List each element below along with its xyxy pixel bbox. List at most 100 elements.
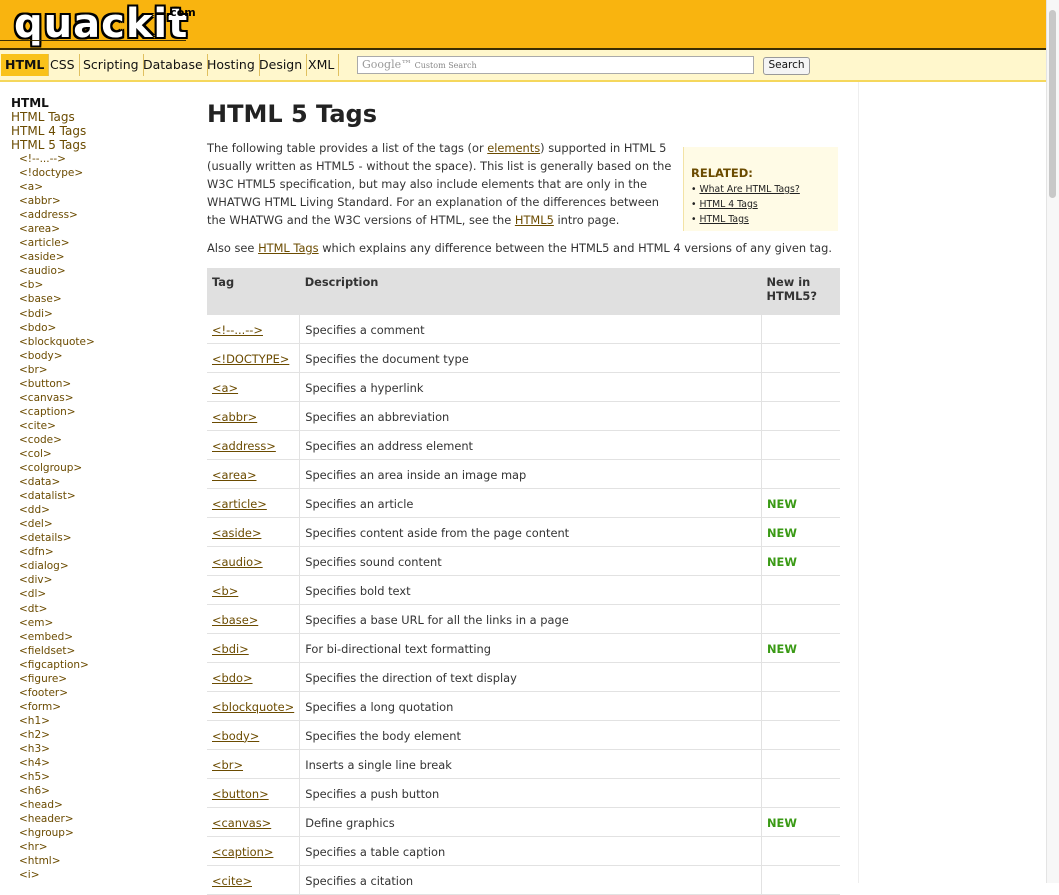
- sidebar-tag-link[interactable]: <fieldset>: [11, 644, 181, 658]
- sidebar-tag-link[interactable]: <br>: [11, 363, 181, 377]
- sidebar-tag-link[interactable]: <caption>: [11, 405, 181, 419]
- sidebar-link-html5-tags[interactable]: HTML 5 Tags: [11, 138, 181, 152]
- description-cell: Inserts a single line break: [299, 749, 762, 779]
- nav-item-html[interactable]: HTML: [1, 54, 50, 76]
- tag-link[interactable]: <base>: [212, 613, 258, 627]
- sidebar-tag-link[interactable]: <embed>: [11, 630, 181, 644]
- tag-link[interactable]: <blockquote>: [212, 700, 294, 714]
- sidebar-tag-link[interactable]: <aside>: [11, 250, 181, 264]
- sidebar-tag-link[interactable]: <abbr>: [11, 194, 181, 208]
- sidebar-tag-link[interactable]: <b>: [11, 278, 181, 292]
- sidebar-link-html-tags[interactable]: HTML Tags: [11, 110, 181, 124]
- tag-link[interactable]: <area>: [212, 468, 257, 482]
- tag-link[interactable]: <!--...-->: [212, 323, 263, 337]
- sidebar-tag-link[interactable]: <hgroup>: [11, 826, 181, 840]
- sidebar-tag-link[interactable]: <article>: [11, 236, 181, 250]
- elements-link[interactable]: elements: [487, 141, 540, 155]
- nav-item-scripting[interactable]: Scripting: [79, 54, 144, 76]
- tag-link[interactable]: <a>: [212, 381, 238, 395]
- sidebar-tag-link[interactable]: <del>: [11, 517, 181, 531]
- nav-item-xml[interactable]: XML: [304, 54, 340, 76]
- html5-link[interactable]: HTML5: [515, 213, 554, 227]
- sidebar-tag-link[interactable]: <canvas>: [11, 391, 181, 405]
- sidebar-tag-link[interactable]: <a>: [11, 180, 181, 194]
- tag-link[interactable]: <!DOCTYPE>: [212, 352, 289, 366]
- tag-link[interactable]: <cite>: [212, 874, 252, 888]
- tag-link[interactable]: <address>: [212, 439, 276, 453]
- tag-link[interactable]: <caption>: [212, 845, 273, 859]
- tag-link[interactable]: <bdo>: [212, 671, 253, 685]
- sidebar-tag-link[interactable]: <col>: [11, 447, 181, 461]
- sidebar-tag-link[interactable]: <dialog>: [11, 559, 181, 573]
- sidebar-tag-link[interactable]: <audio>: [11, 264, 181, 278]
- tag-link[interactable]: <button>: [212, 787, 269, 801]
- sidebar-tag-link[interactable]: <header>: [11, 812, 181, 826]
- sidebar-tag-link[interactable]: <dfn>: [11, 545, 181, 559]
- new-in-html5-cell: NEW: [761, 546, 840, 576]
- search-button[interactable]: Search: [763, 57, 810, 75]
- tag-link[interactable]: <br>: [212, 758, 243, 772]
- sidebar-tag-link[interactable]: <figure>: [11, 672, 181, 686]
- sidebar-tag-link[interactable]: <h2>: [11, 728, 181, 742]
- nav-item-database[interactable]: Database: [139, 54, 208, 76]
- tag-link[interactable]: <body>: [212, 729, 259, 743]
- description-cell: Specifies a base URL for all the links i…: [299, 604, 762, 634]
- sidebar-tag-link[interactable]: <h3>: [11, 742, 181, 756]
- tag-link[interactable]: <b>: [212, 584, 238, 598]
- sidebar-tag-link[interactable]: <blockquote>: [11, 335, 181, 349]
- tag-link[interactable]: <audio>: [212, 555, 263, 569]
- new-in-html5-cell: [761, 662, 840, 692]
- sidebar-tag-link[interactable]: <h4>: [11, 756, 181, 770]
- scrollbar-thumb[interactable]: [1049, 10, 1056, 198]
- sidebar-tag-link[interactable]: <bdi>: [11, 307, 181, 321]
- description-cell: Specifies sound content: [299, 546, 762, 576]
- sidebar-tag-link[interactable]: <dt>: [11, 602, 181, 616]
- sidebar-tag-link[interactable]: <head>: [11, 798, 181, 812]
- sidebar-tag-link[interactable]: <h1>: [11, 714, 181, 728]
- sidebar-tag-link[interactable]: <data>: [11, 475, 181, 489]
- sidebar-tag-link[interactable]: <html>: [11, 854, 181, 868]
- sidebar-tag-link[interactable]: <form>: [11, 700, 181, 714]
- sidebar-tag-link[interactable]: <base>: [11, 292, 181, 306]
- sidebar-tag-link[interactable]: <area>: [11, 222, 181, 236]
- sidebar-tag-link[interactable]: <figcaption>: [11, 658, 181, 672]
- tag-link[interactable]: <canvas>: [212, 816, 271, 830]
- sidebar-tag-link[interactable]: <!doctype>: [11, 166, 181, 180]
- sidebar-tag-link[interactable]: <h5>: [11, 770, 181, 784]
- sidebar-tag-link[interactable]: <details>: [11, 531, 181, 545]
- sidebar-tag-link[interactable]: <cite>: [11, 419, 181, 433]
- related-title: RELATED:: [691, 166, 753, 180]
- tag-link[interactable]: <article>: [212, 497, 267, 511]
- sidebar-tag-link[interactable]: <body>: [11, 349, 181, 363]
- description-cell: Specifies a citation: [299, 865, 762, 895]
- sidebar-tag-link[interactable]: <div>: [11, 573, 181, 587]
- sidebar-tag-link[interactable]: <h6>: [11, 784, 181, 798]
- nav-item-css[interactable]: CSS: [46, 54, 80, 76]
- related-link-html-tags[interactable]: HTML Tags: [699, 214, 748, 225]
- tag-link[interactable]: <abbr>: [212, 410, 257, 424]
- search-input[interactable]: Google™ Custom Search: [357, 56, 754, 74]
- sidebar-tag-link[interactable]: <dd>: [11, 503, 181, 517]
- sidebar-tag-link[interactable]: <dl>: [11, 587, 181, 601]
- sidebar-tag-link[interactable]: <footer>: [11, 686, 181, 700]
- sidebar-tag-link[interactable]: <button>: [11, 377, 181, 391]
- sidebar-tag-link[interactable]: <address>: [11, 208, 181, 222]
- related-link-html4-tags[interactable]: HTML 4 Tags: [699, 199, 757, 210]
- sidebar-tag-link[interactable]: <code>: [11, 433, 181, 447]
- sidebar-tag-link[interactable]: <!--...-->: [11, 152, 181, 166]
- tag-link[interactable]: <bdi>: [212, 642, 249, 656]
- nav-item-hosting[interactable]: Hosting: [203, 54, 260, 76]
- nav-item-design[interactable]: Design: [255, 54, 308, 76]
- table-row: <canvas> Define graphics NEW: [207, 807, 840, 837]
- sidebar-tag-link[interactable]: <datalist>: [11, 489, 181, 503]
- html-tags-link[interactable]: HTML Tags: [258, 241, 319, 255]
- sidebar-tag-link[interactable]: <bdo>: [11, 321, 181, 335]
- sidebar-tag-link[interactable]: <em>: [11, 616, 181, 630]
- sidebar-tag-link[interactable]: <i>: [11, 868, 181, 882]
- related-link-what-are-html-tags[interactable]: What Are HTML Tags?: [699, 184, 799, 195]
- new-in-html5-cell: [761, 459, 840, 489]
- sidebar-tag-link[interactable]: <hr>: [11, 840, 181, 854]
- tag-link[interactable]: <aside>: [212, 526, 261, 540]
- sidebar-tag-link[interactable]: <colgroup>: [11, 461, 181, 475]
- sidebar-link-html4-tags[interactable]: HTML 4 Tags: [11, 124, 181, 138]
